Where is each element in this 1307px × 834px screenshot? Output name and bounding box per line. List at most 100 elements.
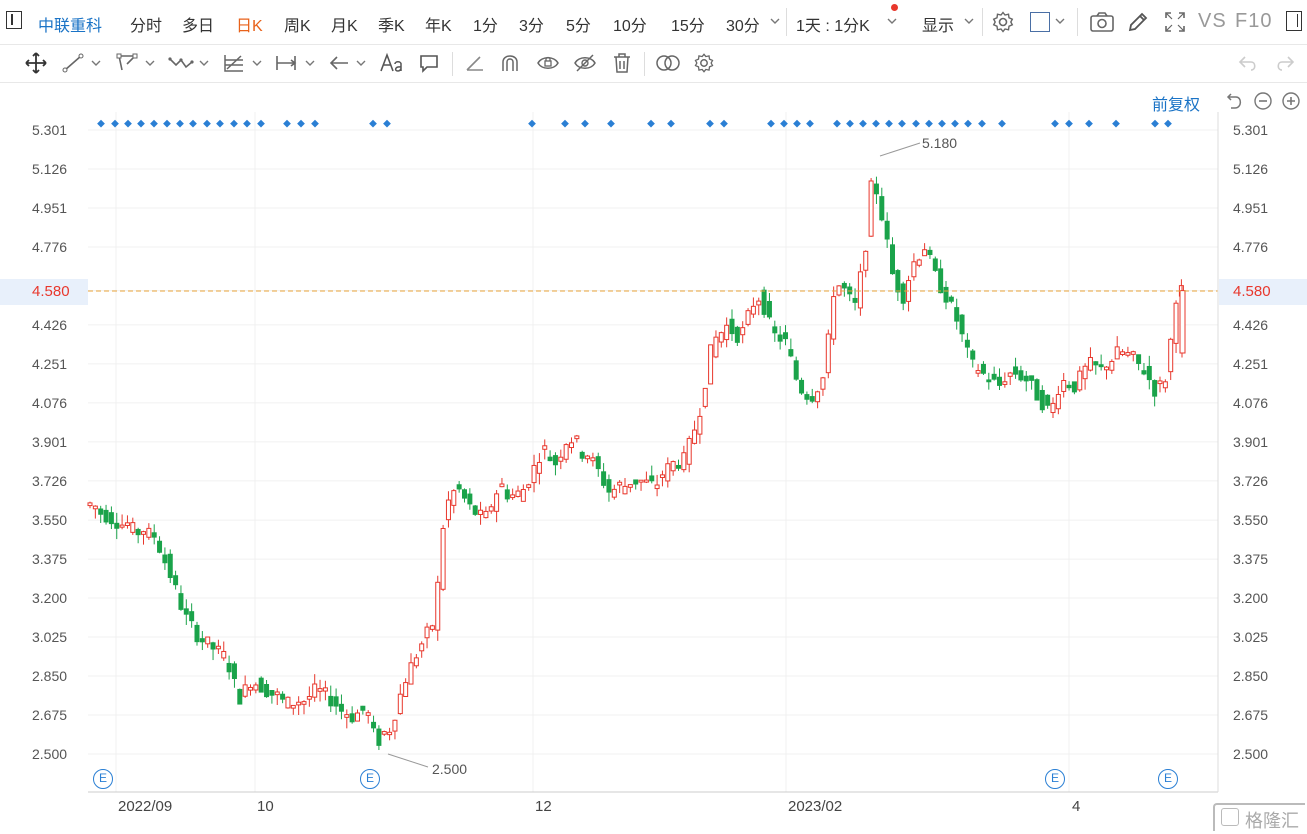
candle — [932, 256, 938, 273]
candle — [980, 361, 986, 375]
candle — [290, 704, 296, 715]
signal-marker — [720, 119, 728, 128]
event-marker[interactable]: E — [1158, 769, 1178, 789]
candle — [606, 474, 612, 502]
candle — [440, 524, 446, 592]
candle — [713, 330, 719, 359]
candle — [734, 325, 740, 346]
candle — [280, 691, 286, 704]
candle — [328, 685, 334, 713]
candle — [1034, 378, 1040, 401]
candle — [162, 547, 168, 570]
candle — [403, 678, 409, 698]
candle — [520, 484, 526, 502]
candle — [595, 452, 601, 477]
signal-marker — [806, 119, 814, 128]
candle — [997, 368, 1002, 391]
candle — [890, 237, 895, 275]
signal-marker — [607, 119, 615, 128]
signal-marker — [859, 119, 867, 128]
candle — [483, 506, 489, 519]
signal-marker — [137, 119, 145, 128]
candle — [1087, 347, 1093, 372]
candle — [1002, 372, 1008, 388]
candle — [569, 437, 574, 454]
candle — [986, 372, 992, 390]
candle — [627, 484, 633, 493]
candle — [237, 688, 243, 705]
candle — [360, 705, 366, 715]
candle — [975, 364, 981, 378]
candle — [799, 377, 805, 395]
candle — [991, 366, 997, 381]
event-marker[interactable]: E — [360, 769, 380, 789]
candle — [697, 408, 703, 444]
candle — [242, 675, 248, 698]
candle — [1120, 349, 1126, 357]
candle — [873, 176, 879, 205]
candle — [173, 570, 179, 590]
signal-marker — [938, 119, 946, 128]
event-marker[interactable]: E — [93, 769, 113, 789]
candle — [852, 288, 858, 311]
candle — [670, 460, 676, 476]
signal-marker — [898, 119, 906, 128]
candle — [258, 676, 264, 693]
candle — [1114, 336, 1120, 360]
candle — [948, 295, 954, 304]
candle — [718, 331, 724, 348]
date-tick: 4 — [1072, 798, 1081, 815]
candle — [868, 178, 874, 237]
candle — [462, 488, 467, 503]
candle — [879, 187, 885, 222]
candle — [445, 491, 451, 528]
candle — [943, 280, 949, 310]
candle — [108, 506, 114, 530]
candle — [510, 488, 516, 500]
candle — [1157, 376, 1163, 393]
candle — [772, 320, 778, 342]
candle — [397, 684, 403, 715]
candlestick-chart[interactable]: 5.180 2.500 — [0, 0, 1307, 834]
candle — [863, 250, 869, 278]
candle — [590, 452, 596, 467]
candle — [499, 477, 505, 488]
candle — [815, 390, 821, 409]
signal-marker — [163, 119, 171, 128]
candle — [1098, 354, 1104, 371]
candle — [210, 641, 216, 661]
candle — [1039, 385, 1045, 413]
candle — [681, 445, 687, 473]
signal-marker — [885, 119, 893, 128]
signal-marker — [203, 119, 211, 128]
candle — [665, 457, 671, 488]
event-marker[interactable]: E — [1045, 769, 1065, 789]
signal-marker — [189, 119, 197, 128]
candle — [408, 653, 414, 685]
candle — [301, 700, 307, 715]
signal-marker — [1151, 119, 1159, 128]
candle — [135, 527, 141, 544]
signal-marker — [369, 119, 377, 128]
candle — [1104, 365, 1109, 380]
candle — [820, 376, 826, 396]
candle — [467, 488, 473, 510]
candle — [317, 679, 323, 702]
candle — [841, 281, 847, 297]
candle — [194, 621, 200, 646]
candle — [654, 474, 660, 497]
candle — [1130, 350, 1136, 362]
candle — [494, 490, 500, 523]
candle — [183, 599, 189, 625]
candle — [124, 515, 130, 529]
signal-marker — [1065, 119, 1073, 128]
candle — [344, 709, 350, 729]
candle — [355, 709, 360, 722]
candle — [686, 435, 692, 473]
signal-marker — [283, 119, 291, 128]
candle — [708, 344, 714, 385]
candle — [1045, 394, 1051, 409]
candle — [895, 269, 901, 302]
signal-marker — [978, 119, 986, 128]
candle — [387, 727, 393, 741]
